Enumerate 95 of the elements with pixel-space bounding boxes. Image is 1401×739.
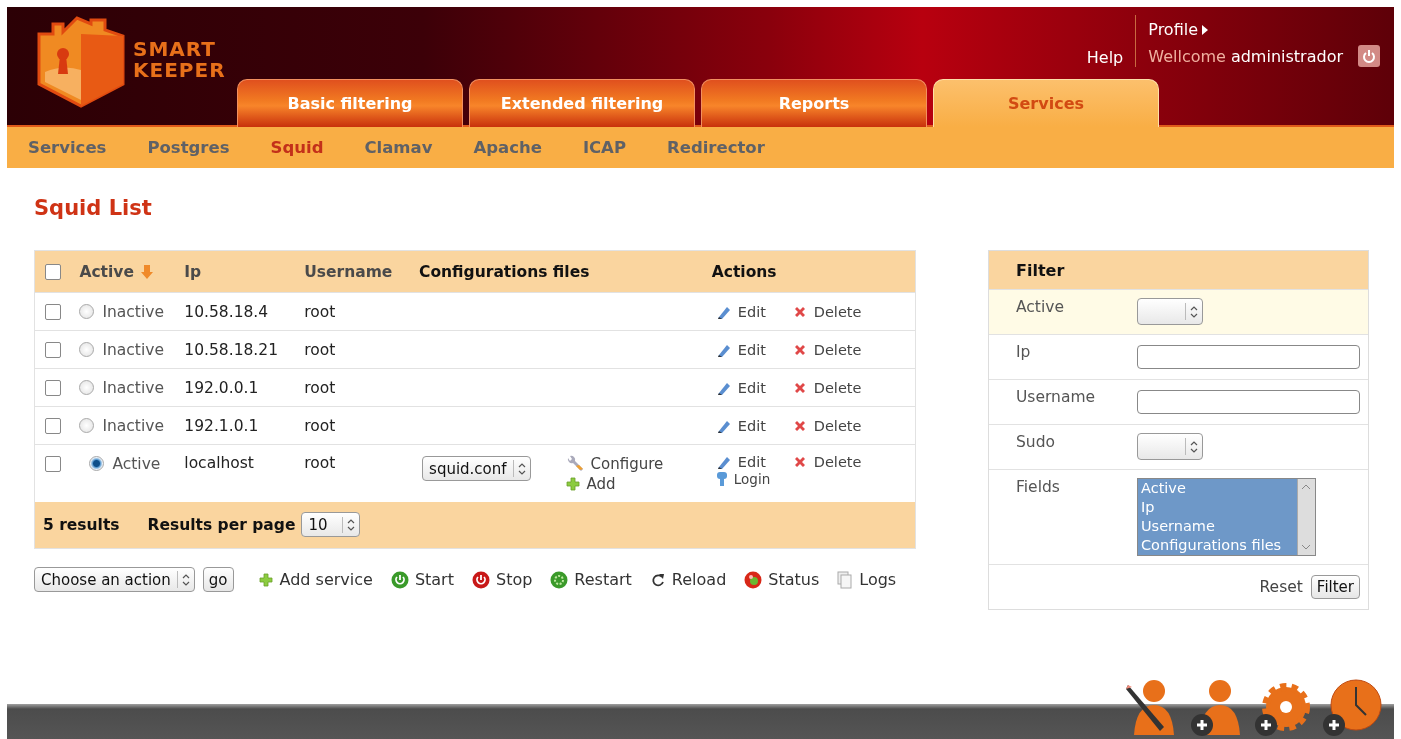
restart-link[interactable]: Restart <box>550 570 632 589</box>
logout-button[interactable] <box>1358 45 1380 67</box>
text-field[interactable] <box>1137 390 1360 414</box>
row-checkbox[interactable] <box>45 380 61 396</box>
result-count: 5 results <box>43 515 120 534</box>
row-checkbox[interactable] <box>45 455 61 472</box>
filter-button[interactable]: Filter <box>1310 575 1360 599</box>
panel-title: Filter <box>1016 260 1065 280</box>
edit-link[interactable]: Edit <box>715 303 792 320</box>
field-label: Active <box>1016 298 1065 318</box>
field-label: Username <box>1016 388 1096 408</box>
chevron-icon <box>517 462 526 475</box>
go-button[interactable]: go <box>202 567 234 592</box>
status-radio[interactable] <box>79 342 95 358</box>
start-icon <box>390 570 409 589</box>
column-header[interactable]: Username <box>304 262 393 281</box>
delete-link[interactable]: Delete <box>791 379 911 396</box>
status-radio[interactable] <box>89 456 105 471</box>
status-text: Active <box>112 454 161 473</box>
table-cell: 10.58.18.21 <box>184 340 278 359</box>
caret-icon <box>1202 24 1208 35</box>
row-checkbox[interactable] <box>45 418 61 434</box>
config-file-select[interactable]: squid.conf <box>422 456 531 481</box>
status-text: Inactive <box>102 416 164 435</box>
sort-arrow-icon <box>139 263 154 280</box>
edit-link[interactable]: Edit <box>715 341 792 358</box>
text-field[interactable] <box>1137 345 1360 369</box>
edit-link[interactable]: Edit <box>715 417 792 434</box>
per-page-label: Results per page <box>147 515 296 534</box>
help-link[interactable]: Help <box>1086 48 1124 67</box>
page-title: Squid List <box>34 196 153 220</box>
brand-name: KEEPER <box>133 60 226 81</box>
column-header[interactable]: Active <box>79 262 134 281</box>
status-text: Inactive <box>102 340 164 359</box>
table-cell: root <box>304 416 336 435</box>
delete-link[interactable]: Delete <box>791 454 911 470</box>
start-link[interactable]: Start <box>390 570 454 589</box>
stop-icon <box>471 570 490 589</box>
stop-link[interactable]: Stop <box>471 570 533 589</box>
status-text: Inactive <box>102 378 164 397</box>
pencil-icon <box>715 454 732 470</box>
column-header: Actions <box>711 262 777 281</box>
field-label: Sudo <box>1016 433 1056 453</box>
row-checkbox[interactable] <box>45 342 61 358</box>
add-link[interactable]: Add service <box>257 570 373 589</box>
table-cell: 192.0.0.1 <box>184 378 259 397</box>
field-label: Fields <box>1016 478 1061 498</box>
status-radio[interactable] <box>79 380 95 396</box>
reset-link[interactable]: Reset <box>1259 578 1303 596</box>
restart-icon <box>550 570 569 589</box>
add-link[interactable]: Add <box>564 475 664 493</box>
logs-icon <box>837 570 854 589</box>
select-field[interactable] <box>1137 298 1203 325</box>
logs-link[interactable]: Logs <box>837 570 897 589</box>
table-cell: root <box>304 340 336 359</box>
table-cell: 192.1.0.1 <box>184 416 259 435</box>
login-link[interactable]: Login <box>715 471 792 487</box>
power-icon <box>1362 49 1376 63</box>
profile-link[interactable]: Profile <box>1148 20 1380 39</box>
reload-link[interactable]: Reload <box>649 570 727 589</box>
edit-link[interactable]: Edit <box>715 454 792 470</box>
delete-link[interactable]: Delete <box>791 341 911 358</box>
table-cell: root <box>304 378 336 397</box>
delete-link[interactable]: Delete <box>791 417 911 434</box>
delete-link[interactable]: Delete <box>791 303 911 320</box>
row-checkbox[interactable] <box>45 304 61 320</box>
configure-link[interactable]: Configure <box>564 454 664 474</box>
table-cell: 10.58.18.4 <box>184 302 269 321</box>
chevron-icon <box>1190 440 1198 453</box>
select-field[interactable] <box>1137 433 1203 460</box>
greeting-text: Wellcome <box>1148 46 1226 66</box>
status-text: Inactive <box>102 302 164 321</box>
chevron-icon <box>346 518 355 531</box>
status-radio[interactable] <box>79 418 95 434</box>
plus-icon <box>257 571 274 588</box>
status-radio[interactable] <box>79 304 95 320</box>
table-cell: root <box>304 302 336 321</box>
reload-icon <box>649 571 666 588</box>
edit-link[interactable]: Edit <box>715 379 792 396</box>
field-label: Ip <box>1016 343 1032 363</box>
chevron-icon <box>181 573 190 586</box>
chevron-icon <box>1190 305 1198 318</box>
per-page-select[interactable]: 10 <box>301 512 360 538</box>
login-icon <box>715 471 728 487</box>
status-icon <box>744 570 763 589</box>
select-all-checkbox[interactable] <box>45 264 61 280</box>
table-cell: localhost <box>184 454 254 472</box>
column-header: Configurations files <box>419 262 590 281</box>
brand-name: SMART <box>133 39 217 60</box>
status-link[interactable]: Status <box>744 570 820 589</box>
action-select[interactable]: Choose an action <box>34 567 195 592</box>
table-cell: root <box>304 454 336 472</box>
user-name: administrador <box>1230 46 1343 66</box>
plus-icon <box>564 476 581 492</box>
column-header[interactable]: Ip <box>184 262 202 281</box>
